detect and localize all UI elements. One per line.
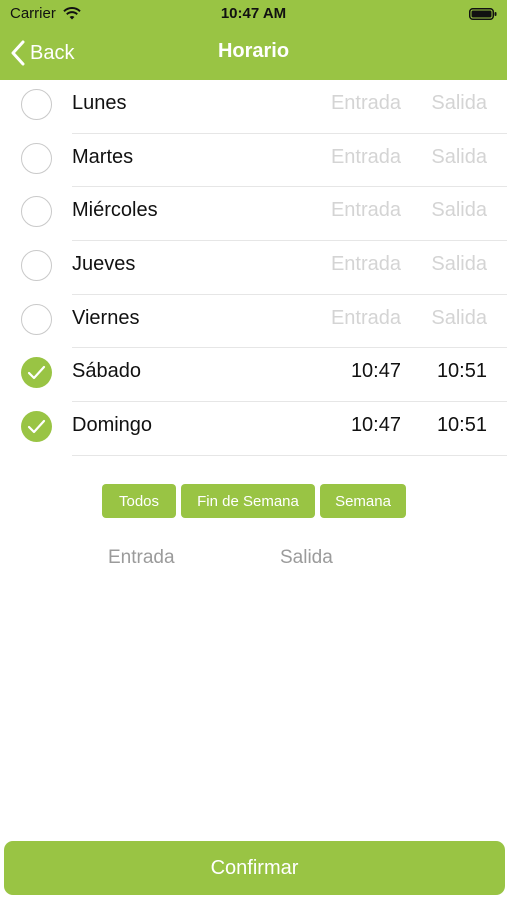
- battery-icon: [469, 7, 497, 20]
- day-name: Martes: [72, 145, 134, 168]
- salida-time[interactable]: Salida: [417, 253, 487, 276]
- entrada-time[interactable]: Entrada: [311, 199, 401, 222]
- day-name: Jueves: [72, 253, 136, 276]
- checkmark-icon: [27, 420, 46, 434]
- header: Carrier 10:47 AM Back Horario: [0, 0, 507, 80]
- day-name: Sábado: [72, 360, 141, 383]
- day-row[interactable]: Martes Entrada Salida: [0, 134, 507, 188]
- day-name: Domingo: [72, 414, 153, 437]
- day-checkbox[interactable]: [21, 411, 52, 443]
- day-row[interactable]: Sábado 10:47 10:51: [0, 348, 507, 403]
- salida-time[interactable]: Salida: [417, 146, 487, 169]
- salida-time[interactable]: 10:51: [417, 414, 487, 437]
- day-checkbox[interactable]: [21, 142, 52, 174]
- salida-time[interactable]: Salida: [417, 199, 487, 222]
- entrada-time[interactable]: 10:47: [311, 360, 401, 383]
- day-name: Viernes: [72, 306, 140, 329]
- entrada-time[interactable]: Entrada: [311, 253, 401, 276]
- salida-time[interactable]: 10:51: [417, 360, 487, 383]
- schedule-screen: Carrier 10:47 AM Back Horario Lunes Entr…: [0, 0, 507, 900]
- salida-time[interactable]: Salida: [417, 92, 487, 115]
- day-row[interactable]: Domingo 10:47 10:51: [0, 402, 507, 456]
- day-name: Miércoles: [72, 199, 158, 222]
- entrada-time[interactable]: Entrada: [311, 307, 401, 330]
- day-name: Lunes: [72, 92, 127, 114]
- day-checkbox[interactable]: [21, 89, 52, 120]
- bulk-salida-field[interactable]: Salida: [280, 547, 333, 569]
- row-divider: [72, 454, 507, 456]
- salida-time[interactable]: Salida: [417, 307, 487, 330]
- entrada-time[interactable]: 10:47: [311, 414, 401, 437]
- day-checkbox[interactable]: [21, 250, 52, 282]
- fin-de-semana-button[interactable]: Fin de Semana: [181, 484, 315, 518]
- preset-buttons: Todos Fin de Semana Semana: [102, 484, 406, 518]
- day-checkbox[interactable]: [21, 303, 52, 335]
- nav-bar: Back Horario: [0, 28, 507, 80]
- days-list: Lunes Entrada Salida Martes Entrada Salida Mié…: [0, 80, 507, 456]
- bulk-entrada-field[interactable]: Entrada: [108, 547, 175, 569]
- day-row[interactable]: Miércoles Entrada Salida: [0, 187, 507, 242]
- checkmark-icon: [27, 366, 46, 380]
- confirm-button[interactable]: Confirmar: [4, 841, 505, 895]
- day-row[interactable]: Viernes Entrada Salida: [0, 295, 507, 349]
- day-checkbox[interactable]: [21, 196, 52, 228]
- day-checkbox[interactable]: [21, 357, 52, 389]
- day-row[interactable]: Jueves Entrada Salida: [0, 241, 507, 295]
- entrada-time[interactable]: Entrada: [311, 92, 401, 115]
- entrada-time[interactable]: Entrada: [311, 146, 401, 169]
- status-time: 10:47 AM: [220, 5, 287, 22]
- todos-button[interactable]: Todos: [102, 484, 176, 518]
- status-bar: Carrier 10:47 AM: [0, 0, 507, 28]
- semana-button[interactable]: Semana: [320, 484, 406, 518]
- page-title: Horario: [217, 40, 290, 62]
- day-row[interactable]: Lunes Entrada Salida: [0, 80, 507, 134]
